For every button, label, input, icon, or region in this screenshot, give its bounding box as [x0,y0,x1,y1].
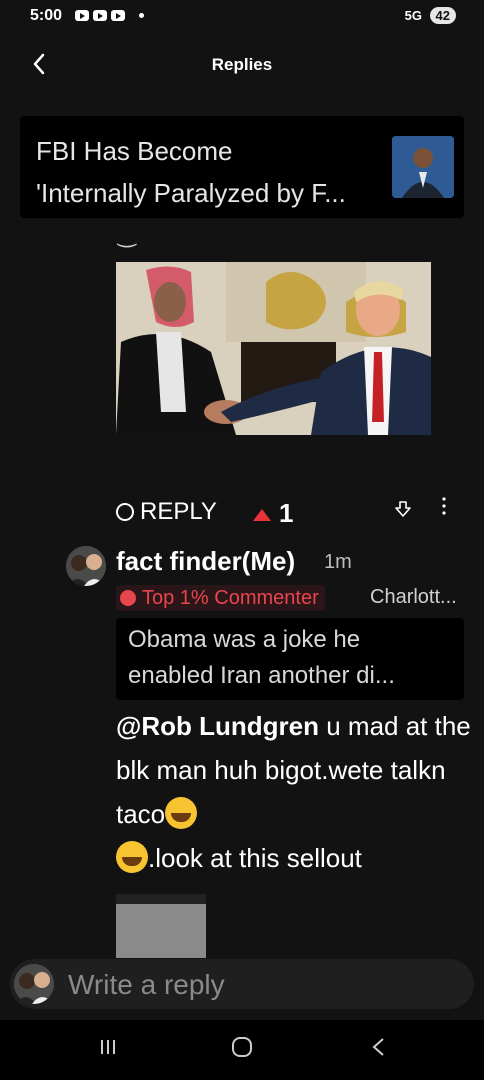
status-badge: Top 1% Commenter [116,585,325,611]
avatar [14,964,54,1004]
reply-input[interactable] [66,967,450,1003]
quote-line1: Obama was a joke he [128,626,361,653]
laughing-emoji-icon [165,797,198,829]
attached-screenshot[interactable] [116,894,206,958]
comment-author[interactable]: fact finder(Me) [116,546,295,577]
youtube-icon [75,10,89,21]
article-title-line2: 'Internally Paralyzed by F... [36,178,346,208]
article-thumbnail [392,136,454,198]
mention-link[interactable]: @Rob Lundgren [116,711,319,741]
battery-indicator: 42 [429,7,456,24]
badge-label: Top 1% Commenter [142,586,319,609]
heart-icon [120,590,136,606]
cropped-text: ‿ [118,222,136,247]
more-icon[interactable] [440,496,448,516]
reply-label: REPLY [140,498,217,525]
network-indicator: 5G [404,8,422,23]
recents-icon[interactable] [97,1036,119,1064]
youtube-icon [93,10,107,21]
system-nav-bar [0,1020,484,1080]
upvote-count: 1 [279,498,294,528]
quote-line2: enabled Iran another di... [128,662,395,689]
comment-time: 1m [324,551,352,573]
status-bar: 5:00 5G 42 [0,0,484,34]
comment-location: Charlott... [370,586,457,608]
quoted-comment[interactable]: Obama was a joke he enabled Iran another… [116,618,464,700]
reply-composer [10,959,474,1009]
downvote-icon[interactable] [394,500,412,523]
home-icon[interactable] [231,1036,253,1064]
status-time: 5:00 [30,7,63,24]
chat-icon [111,10,125,21]
comment-image[interactable] [116,262,431,435]
avatar[interactable] [66,546,106,586]
article-card[interactable]: FBI Has Become 'Internally Paralyzed by … [20,116,464,218]
page-title: Replies [211,55,273,74]
nav-back-icon[interactable] [368,1036,390,1064]
article-title: FBI Has Become 'Internally Paralyzed by … [36,130,386,214]
comment-text-2: .look at this sellout [148,843,362,873]
article-title-line1: FBI Has Become [36,136,233,166]
reply-button[interactable]: REPLY [116,498,217,526]
comment-body: @Rob Lundgren u mad at the blk man huh b… [116,704,476,880]
notification-icons [75,10,144,21]
upvote-icon [253,508,271,521]
laughing-emoji-icon [116,841,148,873]
dot-icon [139,13,144,18]
upvote-button[interactable]: 1 [253,498,293,529]
reply-icon [116,503,134,521]
